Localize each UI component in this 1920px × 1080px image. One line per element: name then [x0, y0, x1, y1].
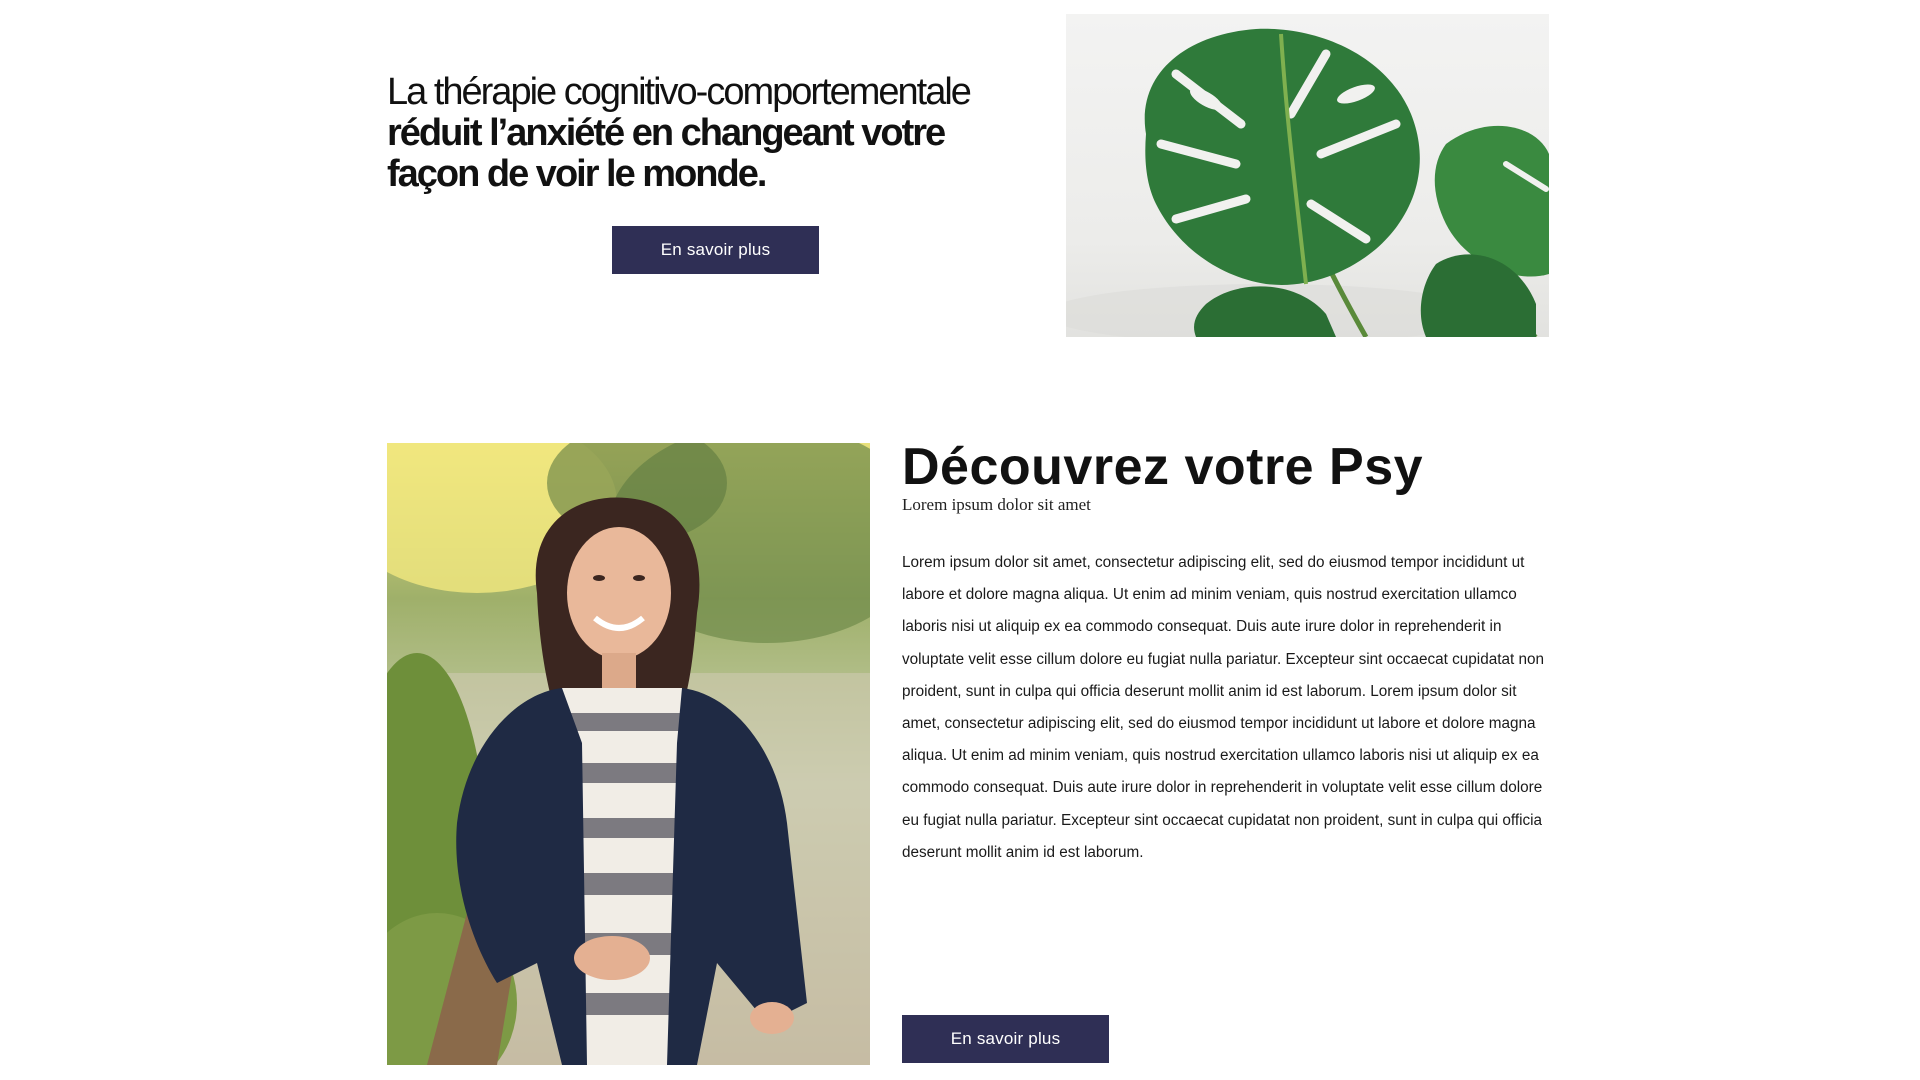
page: La thérapie cognitivo-comportementale ré… — [0, 0, 1920, 1080]
hero-heading: La thérapie cognitivo-comportementale ré… — [387, 72, 1027, 195]
monstera-illustration — [1066, 28, 1549, 337]
hero-plant-image — [1066, 14, 1549, 337]
portrait-illustration — [387, 443, 870, 1065]
about-title: Découvrez votre Psy — [902, 438, 1424, 496]
hero-heading-bold: réduit l’anxiété en changeant votre faço… — [387, 112, 946, 195]
hero-heading-light: La thérapie cognitivo-comportementale — [387, 71, 972, 113]
about-subtitle: Lorem ipsum dolor sit amet — [902, 495, 1091, 514]
about-learn-more-button[interactable]: En savoir plus — [902, 1015, 1109, 1063]
about-body-text: Lorem ipsum dolor sit amet, consectetur … — [902, 554, 1544, 861]
therapist-portrait-image — [387, 443, 870, 1065]
hero-learn-more-button[interactable]: En savoir plus — [612, 226, 819, 274]
